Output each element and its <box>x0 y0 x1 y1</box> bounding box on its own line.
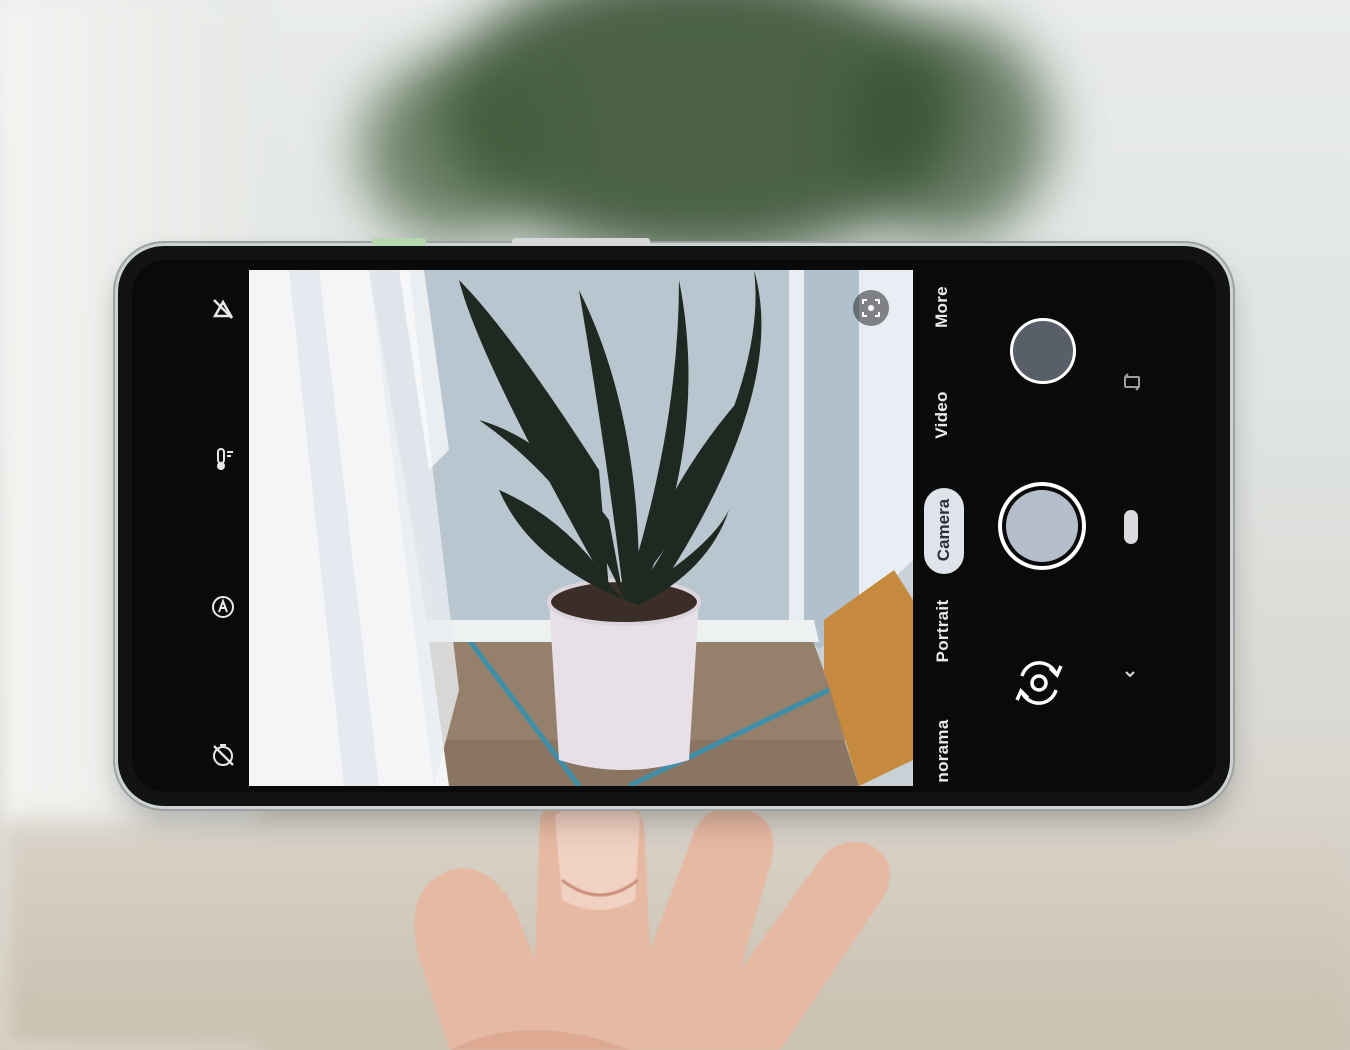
mode-portrait[interactable]: Portrait <box>933 595 955 667</box>
mode-camera-pill[interactable]: Camera <box>924 488 964 574</box>
motion-off-icon[interactable] <box>206 292 240 326</box>
photo-scene: More Video Camera Portrait norama <box>0 0 1350 1050</box>
timer-off-icon[interactable] <box>206 738 240 772</box>
shutter-icon[interactable] <box>998 482 1086 570</box>
power-button <box>372 238 426 246</box>
background-plant-leaf <box>360 60 540 240</box>
camera-screen: More Video Camera Portrait norama <box>132 260 1216 792</box>
white-balance-icon[interactable] <box>206 442 240 476</box>
mode-camera: Camera <box>934 498 953 562</box>
switch-camera-icon[interactable] <box>1008 652 1070 714</box>
mode-panorama[interactable]: norama <box>933 719 955 783</box>
chevron-down-icon[interactable] <box>1118 662 1142 686</box>
home-pill[interactable] <box>1124 510 1138 544</box>
mode-video[interactable]: Video <box>932 386 954 444</box>
gallery-thumbnail[interactable] <box>1010 318 1076 384</box>
rotate-icon[interactable] <box>1120 370 1144 394</box>
auto-exposure-icon[interactable] <box>206 590 240 624</box>
volume-button <box>512 238 650 246</box>
phone: More Video Camera Portrait norama <box>118 238 1230 806</box>
shutter-button-fill <box>1006 490 1078 562</box>
background-plant-leaf <box>850 20 1050 240</box>
mode-more[interactable]: More <box>932 282 954 332</box>
google-lens-icon[interactable] <box>853 290 889 326</box>
viewfinder-image <box>249 270 913 786</box>
viewfinder[interactable] <box>249 270 913 786</box>
